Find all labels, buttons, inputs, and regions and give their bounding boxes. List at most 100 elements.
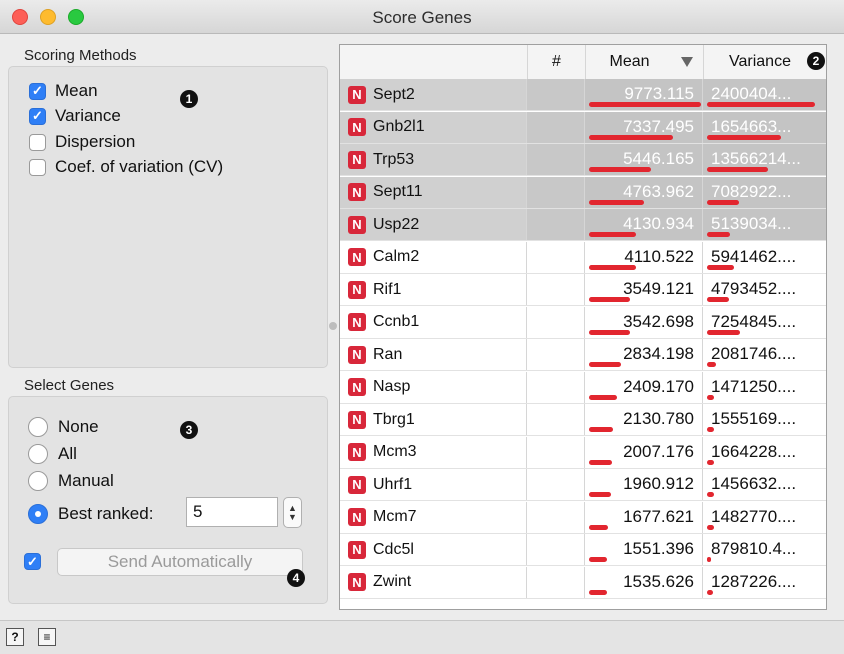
best-ranked-stepper[interactable]: ▲ ▼ — [283, 497, 302, 528]
select-manual-radio[interactable]: Manual — [28, 469, 114, 493]
variance-cell[interactable]: 7082922... — [703, 176, 826, 208]
method-mean-checkbox[interactable]: ✓ Mean — [29, 80, 98, 102]
header-mean[interactable]: Mean — [585, 45, 703, 79]
index-cell[interactable] — [527, 501, 585, 533]
variance-cell[interactable]: 879810.4... — [703, 534, 826, 565]
mean-cell[interactable]: 7337.495 — [585, 111, 703, 143]
variance-cell[interactable]: 13566214... — [703, 144, 826, 175]
checkbox-mark[interactable]: ✓ — [29, 82, 46, 100]
table-row[interactable]: N Rif1 3549.121 4793452.... — [340, 274, 826, 306]
variance-cell[interactable]: 1456632.... — [703, 469, 826, 500]
table-row[interactable]: N Uhrf1 1960.912 1456632.... — [340, 469, 826, 501]
table-row[interactable]: N Mcm7 1677.621 1482770.... — [340, 501, 826, 534]
index-cell[interactable] — [527, 306, 585, 338]
header-gene-column[interactable] — [340, 45, 527, 79]
index-cell[interactable] — [527, 469, 585, 500]
index-cell[interactable] — [527, 339, 585, 370]
mean-cell[interactable]: 4110.522 — [585, 241, 703, 273]
mean-cell[interactable]: 5446.165 — [585, 144, 703, 175]
gene-cell[interactable]: N Nasp — [340, 371, 527, 403]
chevron-down-icon[interactable]: ▼ — [288, 512, 297, 522]
variance-cell[interactable]: 2081746.... — [703, 339, 826, 370]
index-cell[interactable] — [527, 209, 585, 240]
mean-cell[interactable]: 1551.396 — [585, 534, 703, 565]
gene-cell[interactable]: N Calm2 — [340, 241, 527, 273]
variance-cell[interactable]: 7254845.... — [703, 307, 826, 338]
radio-mark[interactable] — [28, 444, 48, 464]
header-index[interactable]: # — [527, 45, 585, 79]
gene-cell[interactable]: N Tbrg1 — [340, 404, 527, 435]
gene-cell[interactable]: N Usp22 — [340, 209, 527, 240]
method-dispersion-checkbox[interactable]: Dispersion — [29, 131, 135, 153]
select-best-ranked-radio[interactable]: Best ranked: — [28, 502, 153, 526]
table-row[interactable]: N Sept2 9773.115 2400404... — [340, 79, 826, 111]
mean-cell[interactable]: 1960.912 — [585, 469, 703, 500]
variance-cell[interactable]: 1555169.... — [703, 404, 826, 435]
index-cell[interactable] — [527, 176, 585, 208]
select-all-radio[interactable]: All — [28, 442, 77, 466]
mean-cell[interactable]: 4130.934 — [585, 209, 703, 240]
gene-cell[interactable]: N Rif1 — [340, 274, 527, 305]
index-cell[interactable] — [527, 274, 585, 305]
method-cv-checkbox[interactable]: Coef. of variation (CV) — [29, 156, 223, 178]
splitter-handle[interactable] — [329, 322, 337, 330]
variance-cell[interactable]: 5139034... — [703, 209, 826, 240]
mean-cell[interactable]: 2409.170 — [585, 371, 703, 403]
index-cell[interactable] — [527, 371, 585, 403]
checkbox-mark[interactable] — [29, 158, 46, 176]
best-ranked-input[interactable]: 5 — [186, 497, 278, 527]
table-row[interactable]: N Sept11 4763.962 7082922... — [340, 176, 826, 209]
mean-cell[interactable]: 1677.621 — [585, 501, 703, 533]
variance-cell[interactable]: 1654663... — [703, 111, 826, 143]
select-none-radio[interactable]: None — [28, 415, 99, 439]
radio-mark[interactable] — [28, 504, 48, 524]
mean-cell[interactable]: 2007.176 — [585, 436, 703, 468]
variance-cell[interactable]: 2400404... — [703, 79, 826, 110]
mean-cell[interactable]: 4763.962 — [585, 176, 703, 208]
index-cell[interactable] — [527, 144, 585, 175]
table-row[interactable]: N Mcm3 2007.176 1664228.... — [340, 436, 826, 469]
gene-cell[interactable]: N Sept11 — [340, 176, 527, 208]
send-automatically-button[interactable]: Send Automatically — [57, 548, 303, 576]
gene-cell[interactable]: N Sept2 — [340, 79, 527, 110]
method-variance-checkbox[interactable]: ✓ Variance — [29, 105, 121, 127]
index-cell[interactable] — [527, 111, 585, 143]
table-row[interactable]: N Tbrg1 2130.780 1555169.... — [340, 404, 826, 436]
index-cell[interactable] — [527, 241, 585, 273]
auto-send-checkbox[interactable]: ✓ — [24, 553, 41, 570]
radio-mark[interactable] — [28, 417, 48, 437]
table-row[interactable]: N Calm2 4110.522 5941462.... — [340, 241, 826, 274]
variance-cell[interactable]: 4793452.... — [703, 274, 826, 305]
table-row[interactable]: N Zwint 1535.626 1287226.... — [340, 566, 826, 599]
gene-cell[interactable]: N Uhrf1 — [340, 469, 527, 500]
index-cell[interactable] — [527, 534, 585, 565]
index-cell[interactable] — [527, 404, 585, 435]
gene-cell[interactable]: N Mcm3 — [340, 436, 527, 468]
variance-cell[interactable]: 1287226.... — [703, 567, 826, 598]
index-cell[interactable] — [527, 79, 585, 110]
gene-cell[interactable]: N Trp53 — [340, 144, 527, 175]
gene-cell[interactable]: N Cdc5l — [340, 534, 527, 565]
table-row[interactable]: N Nasp 2409.170 1471250.... — [340, 371, 826, 404]
gene-cell[interactable]: N Mcm7 — [340, 501, 527, 533]
variance-cell[interactable]: 1471250.... — [703, 372, 826, 403]
radio-mark[interactable] — [28, 471, 48, 491]
mean-cell[interactable]: 2130.780 — [585, 404, 703, 435]
table-row[interactable]: N Usp22 4130.934 5139034... — [340, 209, 826, 241]
variance-cell[interactable]: 1664228.... — [703, 437, 826, 468]
mean-cell[interactable]: 9773.115 — [585, 79, 703, 110]
gene-cell[interactable]: N Zwint — [340, 566, 527, 598]
table-row[interactable]: N Cdc5l 1551.396 879810.4... — [340, 534, 826, 566]
variance-cell[interactable]: 5941462.... — [703, 242, 826, 273]
index-cell[interactable] — [527, 436, 585, 468]
index-cell[interactable] — [527, 566, 585, 598]
checkbox-mark[interactable] — [29, 133, 46, 151]
mean-cell[interactable]: 1535.626 — [585, 566, 703, 598]
table-row[interactable]: N Ccnb1 3542.698 7254845.... — [340, 306, 826, 339]
table-row[interactable]: N Gnb2l1 7337.495 1654663... — [340, 111, 826, 144]
variance-cell[interactable]: 1482770.... — [703, 502, 826, 533]
table-row[interactable]: N Trp53 5446.165 13566214... — [340, 144, 826, 176]
gene-cell[interactable]: N Gnb2l1 — [340, 111, 527, 143]
gene-cell[interactable]: N Ran — [340, 339, 527, 370]
table-row[interactable]: N Ran 2834.198 2081746.... — [340, 339, 826, 371]
